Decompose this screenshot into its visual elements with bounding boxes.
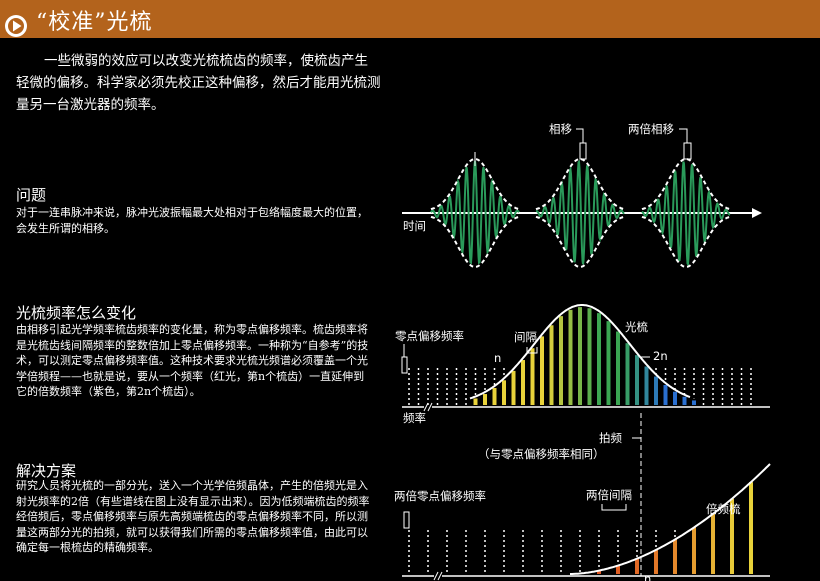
- double-spacing-bracket: [601, 504, 627, 511]
- double-phase-leader-line: [679, 128, 688, 143]
- double-offset-label: 两倍零点偏移频率: [394, 489, 486, 503]
- offset-bracket: [401, 356, 408, 374]
- phase-shift-label: 相移: [549, 122, 572, 136]
- doubled-comb-panel: 两倍零点偏移频率 两倍间隔 倍频梳 n: [394, 463, 771, 581]
- pulse-envelope-lower: [535, 215, 625, 268]
- offset-frequency-label: 零点偏移频率: [395, 329, 464, 343]
- double-phase-shift-bracket: [683, 142, 692, 160]
- time-axis-label: 时间: [403, 219, 426, 233]
- pulse-train-panel: 时间 相移 两倍相移: [402, 122, 762, 268]
- double-spacing-label: 两倍间隔: [586, 488, 632, 502]
- double-phase-shift-label: 两倍相移: [628, 122, 674, 136]
- phase-shift-bracket: [579, 142, 587, 160]
- beat-label: 拍频: [599, 431, 622, 445]
- comb-spectrum-panel: 零点偏移频率 间隔 光梳 n 2n 频率: [395, 304, 770, 425]
- phase-leader-line: [576, 128, 584, 143]
- 2n-label: 2n: [653, 349, 668, 363]
- doubled-envelope: [570, 463, 771, 575]
- axis-break-mark: [437, 571, 443, 581]
- beat-note-caption: （与零点偏移频率相同）: [478, 447, 605, 461]
- optical-comb-diagram: 时间 相移 两倍相移 零点偏移频率 间隔 光梳 n 2n 频率 拍频 （与零点偏…: [394, 122, 771, 581]
- axis-break-mark: [433, 571, 439, 581]
- pulse-wave: [430, 160, 520, 265]
- doubled-n-label: n: [644, 572, 651, 581]
- spacing-label: 间隔: [514, 330, 537, 344]
- frequency-axis-label: 频率: [403, 411, 426, 425]
- doubled-comb-label: 倍频梳: [706, 502, 741, 516]
- axis-break-mark: [423, 402, 429, 412]
- double-offset-bracket: [403, 511, 410, 529]
- n-label: n: [494, 351, 501, 365]
- comb-label: 光梳: [625, 320, 648, 334]
- time-axis-arrow-icon: [752, 208, 762, 218]
- pulse-envelope-lower: [430, 215, 520, 268]
